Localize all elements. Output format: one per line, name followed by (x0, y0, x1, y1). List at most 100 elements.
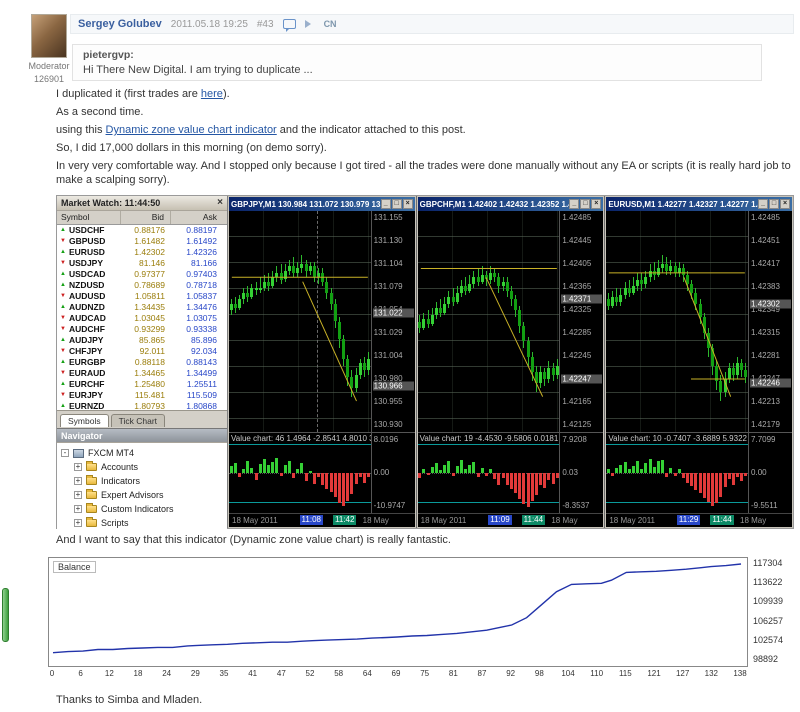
market-watch-row[interactable]: ▼EURJPY115.481115.509 (57, 390, 227, 401)
indicator-bar (350, 473, 353, 494)
column-bid[interactable]: Bid (121, 211, 171, 224)
tab-symbols[interactable]: Symbols (60, 414, 109, 427)
quote-bubble-icon[interactable] (283, 19, 296, 29)
ask-value: 81.166 (171, 258, 223, 269)
inline-link[interactable]: here (201, 88, 223, 100)
chart-titlebar[interactable]: EURUSD,M1 1.42277 1.42327 1.42277 1.4230… (606, 197, 792, 211)
chart-titlebar[interactable]: GBPJPY,M1 130.984 131.072 130.979 131.02… (229, 197, 415, 211)
market-watch-titlebar[interactable]: Market Watch: 11:44:50 × (57, 196, 227, 211)
post-paragraph: using this Dynamic zone value chart indi… (56, 123, 794, 137)
post-number-link[interactable]: #43 (257, 19, 274, 30)
x-axis-label: 127 (676, 669, 689, 678)
indicator-bar (481, 468, 484, 473)
indicator-bar (531, 473, 534, 501)
market-watch-row[interactable]: ▲EURNZD1.807931.80868 (57, 401, 227, 410)
market-watch-row[interactable]: ▲AUDNZD1.344351.34476 (57, 302, 227, 313)
market-watch-row[interactable]: ▼AUDUSD1.058111.05837 (57, 291, 227, 302)
folder-icon (86, 505, 97, 513)
navigator-item-label: Expert Advisors (101, 490, 164, 500)
navigator-item-indicators[interactable]: +Indicators (61, 474, 225, 488)
market-watch-row[interactable]: ▲USDCAD0.973770.97403 (57, 269, 227, 280)
indicator-bar (674, 473, 677, 476)
chart-titlebar[interactable]: GBPCHF,M1 1.42402 1.42432 1.42352 1.4237… (418, 197, 604, 211)
expand-icon[interactable]: + (74, 491, 82, 499)
market-watch-row[interactable]: ▼CHFJPY92.01192.034 (57, 346, 227, 357)
candlestick-plot (418, 211, 560, 432)
axis-date: 18 May (740, 516, 766, 525)
chart-main-pane[interactable]: 1.424851.424451.424051.423651.423251.422… (418, 211, 604, 432)
symbol-cell: ▲AUDJPY (57, 335, 121, 346)
restore-button[interactable]: □ (769, 199, 779, 209)
column-symbol[interactable]: Symbol (57, 211, 121, 224)
indicator-bar (275, 458, 278, 473)
navigator-item-accounts[interactable]: +Accounts (61, 460, 225, 474)
chart-main-pane[interactable]: 131.155131.130131.104131.079131.054131.0… (229, 211, 415, 432)
down-arrow-icon: ▼ (59, 346, 67, 357)
symbol-name: EURAUD (69, 368, 105, 379)
navigator-root[interactable]: -FXCM MT4 (61, 446, 225, 460)
market-watch-row[interactable]: ▲EURCHF1.254801.25511 (57, 379, 227, 390)
quote-author: pietergvp: (83, 49, 751, 61)
indicator-bar (288, 461, 291, 473)
indicator-bar (267, 465, 270, 473)
navigator-item-label: Scripts (101, 518, 129, 528)
price-marker: 1.42302 (750, 299, 791, 308)
market-watch-row[interactable]: ▼GBPUSD1.614821.61492 (57, 236, 227, 247)
collapse-icon[interactable]: - (61, 449, 69, 457)
expand-icon[interactable]: + (74, 519, 82, 527)
translate-cn-link[interactable]: CN (324, 19, 337, 29)
paragraph-text: and the indicator attached to this post. (277, 124, 466, 136)
expand-icon[interactable]: + (74, 505, 82, 513)
bid-value: 1.03045 (121, 313, 171, 324)
bid-value: 0.93299 (121, 324, 171, 335)
expand-icon[interactable]: + (74, 463, 82, 471)
chart-legend: Balance (53, 561, 96, 573)
indicator-bar (477, 473, 480, 477)
post-paragraph: In very very comfortable way. And I stop… (56, 159, 794, 187)
close-icon[interactable]: × (217, 198, 223, 208)
navigator-item-custom-indicators[interactable]: +Custom Indicators (61, 502, 225, 516)
indicator-bar (439, 470, 442, 473)
value-chart-pane: Value chart: 10 -0.7407 -3.6889 5.9322 2… (606, 432, 792, 513)
inline-link[interactable]: Dynamic zone value chart indicator (106, 124, 277, 136)
market-watch-row[interactable]: ▼AUDCAD1.030451.03075 (57, 313, 227, 324)
close-button[interactable]: × (780, 199, 790, 209)
symbol-cell: ▼AUDUSD (57, 291, 121, 302)
expand-icon[interactable]: + (74, 477, 82, 485)
x-axis-label: 138 (733, 669, 746, 678)
symbol-cell: ▼GBPUSD (57, 236, 121, 247)
navigator-item-scripts[interactable]: + Scripts (61, 516, 225, 530)
up-arrow-icon: ▲ (59, 247, 67, 258)
price-scale-value: 131.155 (374, 214, 413, 222)
minimize-button[interactable]: _ (381, 199, 391, 209)
chart-main-pane[interactable]: 1.424851.424511.424171.423831.423491.423… (606, 211, 792, 432)
author-link[interactable]: Sergey Golubev (78, 18, 162, 30)
share-arrow-icon[interactable] (305, 20, 311, 28)
indicator-bar (678, 469, 681, 473)
close-button[interactable]: × (403, 199, 413, 209)
restore-button[interactable]: □ (392, 199, 402, 209)
market-watch-row[interactable]: ▲EURGBP0.881180.88143 (57, 357, 227, 368)
minimize-button[interactable]: _ (569, 199, 579, 209)
tab-tick-chart[interactable]: Tick Chart (111, 414, 165, 427)
minimize-button[interactable]: _ (758, 199, 768, 209)
navigator-item-expert-advisors[interactable]: + Expert Advisors (61, 488, 225, 502)
market-watch-row[interactable]: ▲AUDJPY85.86585.896 (57, 335, 227, 346)
trendline-overlay (606, 211, 748, 432)
navigator-titlebar[interactable]: Navigator (57, 428, 227, 443)
market-watch-row[interactable]: ▲EURUSD1.423021.42326 (57, 247, 227, 258)
indicator-bar (715, 473, 718, 503)
market-watch-row[interactable]: ▲USDCHF0.881760.88197 (57, 225, 227, 236)
market-watch-row[interactable]: ▼AUDCHF0.932990.93338 (57, 324, 227, 335)
restore-button[interactable]: □ (580, 199, 590, 209)
scrollbar-thumb[interactable] (2, 588, 9, 642)
indicator-bar (619, 465, 622, 473)
market-watch-row[interactable]: ▲NZDUSD0.786890.78718 (57, 280, 227, 291)
market-watch-row[interactable]: ▼EURAUD1.344651.34499 (57, 368, 227, 379)
column-ask[interactable]: Ask (171, 211, 223, 224)
post-paragraph: As a second time. (56, 105, 794, 119)
market-watch-row[interactable]: ▼USDJPY81.14681.166 (57, 258, 227, 269)
ask-value: 1.80868 (171, 401, 223, 410)
symbol-name: EURCHF (69, 379, 104, 390)
close-button[interactable]: × (591, 199, 601, 209)
